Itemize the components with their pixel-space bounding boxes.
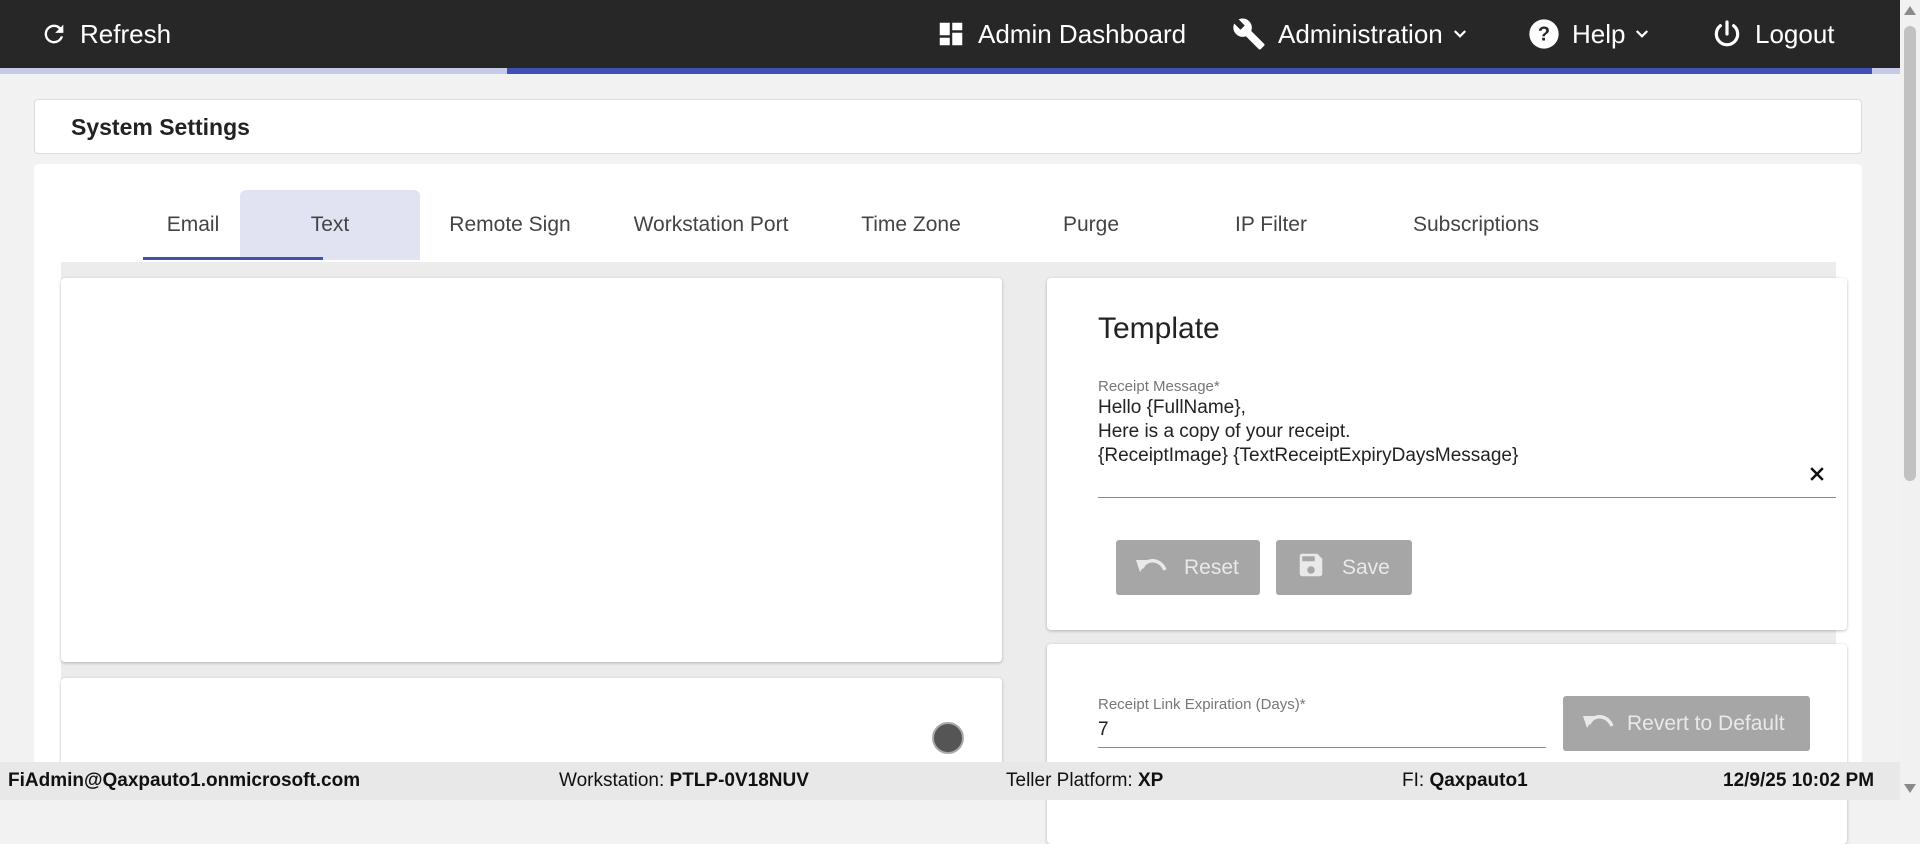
footer-workstation-label: Workstation:	[559, 770, 665, 791]
scroll-down-arrow-icon[interactable]	[1904, 784, 1916, 793]
tab-text[interactable]: Text	[240, 190, 420, 260]
settings-tabs: Email Text Remote Sign Workstation Port …	[61, 190, 1841, 260]
tab-purge[interactable]: Purge	[1011, 190, 1171, 260]
page-title: System Settings	[71, 114, 250, 140]
footer-datetime-value: 12/9/25 10:02 PM	[1723, 770, 1875, 791]
svg-text:?: ?	[1538, 24, 1550, 46]
receipt-message-line: {ReceiptImage} {TextReceiptExpiryDaysMes…	[1098, 445, 1519, 466]
refresh-label: Refresh	[80, 18, 172, 49]
receipt-message-label: Receipt Message*	[1098, 378, 1220, 395]
tab-workstation-port[interactable]: Workstation Port	[611, 190, 811, 260]
save-button[interactable]: Save	[1276, 540, 1412, 595]
tab-remote-sign[interactable]: Remote Sign	[420, 190, 600, 260]
help-label: Help	[1572, 18, 1626, 49]
progress-bar	[0, 68, 1900, 74]
logout-label: Logout	[1755, 18, 1835, 49]
footer-workstation-value: PTLP-0V18NUV	[669, 770, 809, 791]
receipt-message-underline	[1098, 497, 1836, 498]
footer-teller-label: Teller Platform:	[1006, 770, 1133, 791]
wrench-icon	[1232, 17, 1266, 51]
dashboard-icon	[936, 19, 966, 49]
template-heading: Template	[1098, 312, 1220, 345]
chevron-down-icon	[1633, 25, 1651, 43]
footer-teller-platform: Teller Platform: XP	[1006, 762, 1163, 800]
help-menu[interactable]: ? Help	[1528, 0, 1651, 68]
receipt-link-expiration-label: Receipt Link Expiration (Days)*	[1098, 696, 1306, 713]
chevron-down-icon	[1451, 25, 1469, 43]
footer-workstation: Workstation: PTLP-0V18NUV	[559, 762, 809, 800]
help-circle-icon: ?	[1528, 18, 1560, 50]
floppy-disk-icon	[1276, 550, 1342, 586]
tab-content-area: Template Receipt Message* Hello {FullNam…	[61, 262, 1847, 844]
receipt-message-line: Hello {FullName},	[1098, 397, 1246, 418]
footer-user-value: FiAdmin@Qaxpauto1.onmicrosoft.com	[8, 770, 361, 791]
footer-fi-label: FI:	[1402, 770, 1425, 791]
refresh-icon	[40, 20, 68, 48]
footer-teller-value: XP	[1137, 770, 1164, 791]
tab-subscriptions[interactable]: Subscriptions	[1371, 190, 1581, 260]
page-scrollbar[interactable]	[1900, 0, 1920, 800]
scrollbar-thumb[interactable]	[1904, 26, 1916, 481]
scroll-up-arrow-icon[interactable]	[1904, 6, 1916, 15]
status-dot	[932, 722, 964, 754]
close-icon[interactable]	[1807, 464, 1827, 489]
reset-label: Reset	[1184, 555, 1239, 579]
footer-fi: FI: Qaxpauto1	[1402, 762, 1528, 800]
admin-dashboard-link[interactable]: Admin Dashboard	[936, 0, 1186, 68]
left-panel	[61, 278, 1002, 662]
template-panel: Template Receipt Message* Hello {FullNam…	[1047, 278, 1847, 630]
expiration-panel: Receipt Link Expiration (Days)* 7 Revert…	[1047, 644, 1847, 844]
undo-icon	[1116, 554, 1184, 582]
expiration-underline	[1098, 747, 1546, 748]
footer-datetime: 12/9/25 10:02 PM	[1723, 762, 1874, 800]
admin-dashboard-label: Admin Dashboard	[978, 18, 1187, 49]
save-label: Save	[1342, 555, 1390, 579]
undo-icon	[1563, 710, 1631, 738]
receipt-message-line: Here is a copy of your receipt.	[1098, 421, 1351, 442]
refresh-button[interactable]: Refresh	[40, 0, 171, 68]
footer-user: FiAdmin@Qaxpauto1.onmicrosoft.com	[8, 762, 360, 800]
power-icon	[1711, 18, 1743, 50]
reset-button[interactable]: Reset	[1116, 540, 1260, 595]
administration-menu[interactable]: Administration	[1232, 0, 1469, 68]
top-navigation-bar: Refresh Admin Dashboard Administration ?…	[0, 0, 1900, 68]
revert-to-default-button[interactable]: Revert to Default	[1563, 696, 1810, 751]
status-footer: FiAdmin@Qaxpauto1.onmicrosoft.com Workst…	[0, 762, 1900, 800]
page-header-card: System Settings	[34, 99, 1862, 154]
tab-ip-filter[interactable]: IP Filter	[1191, 190, 1351, 260]
logout-button[interactable]: Logout	[1711, 0, 1835, 68]
receipt-message-field[interactable]: Hello {FullName}, Here is a copy of your…	[1098, 396, 1836, 472]
progress-bar-fill	[507, 68, 1872, 74]
administration-label: Administration	[1278, 18, 1443, 49]
receipt-link-expiration-input[interactable]: 7	[1098, 718, 1109, 742]
active-tab-indicator	[143, 257, 323, 260]
tab-time-zone[interactable]: Time Zone	[831, 190, 991, 260]
revert-label: Revert to Default	[1627, 711, 1785, 735]
footer-fi-value: Qaxpauto1	[1429, 770, 1528, 791]
